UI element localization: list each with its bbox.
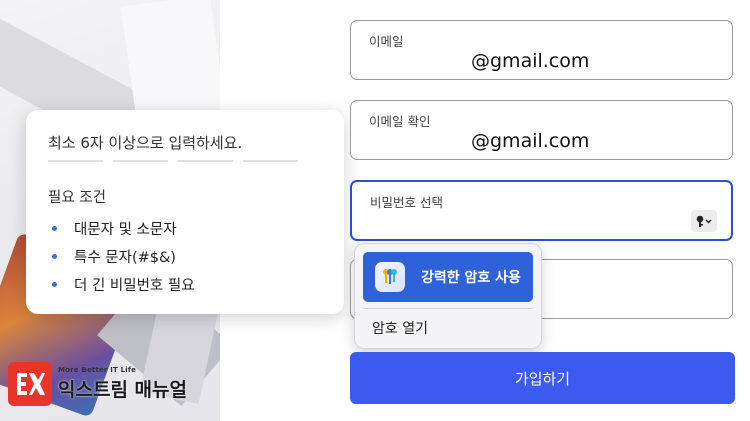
email-value: @gmail.com <box>471 50 590 72</box>
email-label: 이메일 <box>369 34 404 49</box>
bullet-icon <box>52 281 57 287</box>
strength-segment <box>48 160 103 162</box>
email-field[interactable]: 이메일 @gmail.com <box>350 20 733 80</box>
logo-tagline: More Better IT Life <box>58 366 137 374</box>
password-field[interactable]: 비밀번호 선택 <box>350 180 733 241</box>
divider <box>363 308 533 309</box>
password-label: 비밀번호 선택 <box>370 195 443 210</box>
email-confirm-field[interactable]: 이메일 확인 @gmail.com <box>350 100 733 160</box>
requirements-list: 대문자 및 소문자 특수 문자(#$&) 더 긴 비밀번호 필요 <box>48 214 195 298</box>
strength-segment <box>178 160 233 162</box>
tooltip-heading: 최소 6자 이상으로 입력하세요. <box>48 134 243 152</box>
strength-meter <box>48 160 298 162</box>
logo-name: 익스트림 매뉴얼 <box>58 379 187 401</box>
open-passwords-button[interactable]: 암호 열기 <box>372 318 428 338</box>
requirement-item: 더 긴 비밀번호 필요 <box>48 270 195 298</box>
email-confirm-value: @gmail.com <box>471 130 590 152</box>
signup-button[interactable]: 가입하기 <box>350 352 735 404</box>
requirement-item: 특수 문자(#$&) <box>48 242 195 270</box>
requirements-title: 필요 조건 <box>48 190 106 206</box>
bullet-icon <box>52 225 57 231</box>
email-confirm-label: 이메일 확인 <box>369 114 431 129</box>
autofill-popup: 강력한 암호 사용 암호 열기 <box>354 243 542 349</box>
password-requirements-tooltip: 최소 6자 이상으로 입력하세요. 필요 조건 대문자 및 소문자 특수 문자(… <box>26 110 344 314</box>
strong-password-label: 강력한 암호 사용 <box>421 270 521 286</box>
passwords-app-icon <box>375 262 405 292</box>
requirement-item: 대문자 및 소문자 <box>48 214 195 242</box>
strength-segment <box>113 160 168 162</box>
logo-icon <box>8 362 52 406</box>
strength-segment <box>243 160 298 162</box>
watermark-logo: More Better IT Life 익스트림 매뉴얼 <box>8 362 187 406</box>
bullet-icon <box>52 253 57 259</box>
password-key-icon[interactable] <box>691 210 717 232</box>
use-strong-password-button[interactable]: 강력한 암호 사용 <box>363 252 533 302</box>
